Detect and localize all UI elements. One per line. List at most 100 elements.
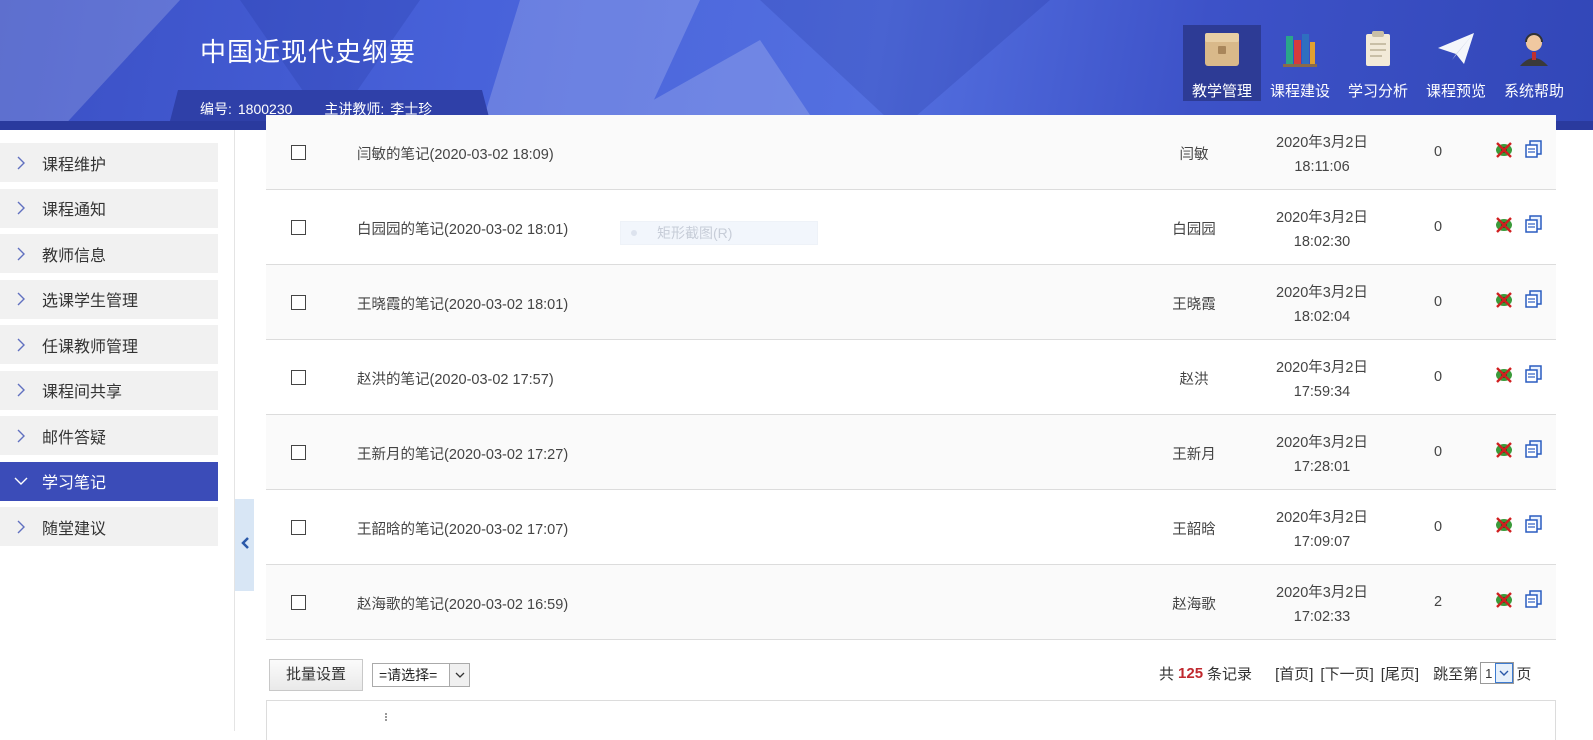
copy-note-icon[interactable] <box>1524 214 1544 239</box>
row-checkbox[interactable] <box>291 520 306 535</box>
note-title[interactable]: 赵洪的笔记(2020-03-02 17:57) <box>357 368 554 389</box>
chevron-right-icon <box>0 383 42 397</box>
sidebar-item-course-sharing[interactable]: 课程间共享 <box>0 370 218 410</box>
resize-handle[interactable] <box>385 713 387 721</box>
hide-note-icon[interactable] <box>1494 516 1514 539</box>
nav-course-building[interactable]: 课程建设 <box>1261 25 1339 101</box>
box-icon <box>1202 29 1242 68</box>
chevron-right-icon <box>0 156 42 170</box>
sidebar-item-label: 课程通知 <box>42 202 107 219</box>
row-checkbox[interactable] <box>291 595 306 610</box>
note-author: 闫敏 <box>1179 147 1209 163</box>
row-checkbox[interactable] <box>291 370 306 385</box>
course-title: 中国近现代史纲要 <box>200 37 417 67</box>
sidebar-item-study-notes[interactable]: 学习笔记 <box>0 461 218 501</box>
hide-note-icon[interactable] <box>1494 291 1514 314</box>
screenshot-context-menu[interactable]: 矩形截图(R) <box>620 221 818 245</box>
nav-system-help[interactable]: 系统帮助 <box>1495 25 1573 101</box>
paper-plane-icon <box>1436 29 1476 68</box>
note-time: 2020年3月2日 18:02:04 <box>1261 281 1383 329</box>
batch-settings-button[interactable]: 批量设置 <box>269 659 363 691</box>
hide-note-icon[interactable] <box>1494 216 1514 239</box>
pagination: 共 125 条记录 [首页] [下一页] [尾页] 跳至第 1 页 <box>1159 662 1531 684</box>
jump-prefix: 跳至第 <box>1433 665 1479 683</box>
total-suffix: 条记录 <box>1207 665 1253 683</box>
note-title[interactable]: 赵海歌的笔记(2020-03-02 16:59) <box>357 593 568 614</box>
sidebar-item-label: 学习笔记 <box>42 475 107 492</box>
lower-panel <box>266 700 1556 740</box>
nav-label: 课程预览 <box>1425 83 1486 100</box>
note-title[interactable]: 王新月的笔记(2020-03-02 17:27) <box>357 443 568 464</box>
note-time: 2020年3月2日 17:28:01 <box>1261 431 1383 479</box>
first-page-link[interactable]: [首页] <box>1275 663 1313 684</box>
sidebar-item-label: 课程维护 <box>42 156 107 174</box>
note-time: 2020年3月2日 18:11:06 <box>1261 131 1383 179</box>
note-title[interactable]: 闫敏的笔记(2020-03-02 18:09) <box>357 143 554 164</box>
copy-note-icon[interactable] <box>1524 589 1544 614</box>
note-count: 2 <box>1433 594 1443 610</box>
header-background-pattern <box>0 0 1050 130</box>
sidebar-item-teacher-management[interactable]: 任课教师管理 <box>0 325 218 364</box>
app-header: 中国近现代史纲要 编号: 1800230 主讲教师: 李士珍 教学管理 课程建设… <box>0 0 1593 130</box>
table-row: 王晓霞的笔记(2020-03-02 18:01) 王晓霞 2020年3月2日 18… <box>266 265 1556 340</box>
sidebar-item-course-maintenance[interactable]: 课程维护 <box>0 143 218 182</box>
sidebar-item-label: 课程间共享 <box>42 384 123 401</box>
notes-table: 闫敏的笔记(2020-03-02 18:09) 闫敏 2020年3月2日 18:1… <box>266 115 1556 640</box>
chevron-down-icon <box>449 664 469 686</box>
page-select[interactable]: 1 <box>1480 662 1515 684</box>
row-checkbox[interactable] <box>291 145 306 160</box>
copy-note-icon[interactable] <box>1524 364 1544 389</box>
chevron-down-icon <box>1495 663 1514 683</box>
note-clock: 17:09:07 <box>1293 534 1351 550</box>
row-checkbox[interactable] <box>291 220 306 235</box>
row-checkbox[interactable] <box>291 295 306 310</box>
note-count: 0 <box>1433 144 1443 160</box>
note-author: 王晓霞 <box>1172 297 1216 313</box>
note-title[interactable]: 王韶晗的笔记(2020-03-02 17:07) <box>357 518 568 539</box>
note-time: 2020年3月2日 17:09:07 <box>1261 506 1383 554</box>
table-row: 白园园的笔记(2020-03-02 18:01) 白园园 2020年3月2日 18… <box>266 190 1556 265</box>
note-date: 2020年3月2日 <box>1276 210 1368 226</box>
copy-note-icon[interactable] <box>1524 289 1544 314</box>
copy-note-icon[interactable] <box>1524 439 1544 464</box>
last-page-link[interactable]: [尾页] <box>1381 663 1419 684</box>
nav-learning-analysis[interactable]: 学习分析 <box>1339 25 1417 101</box>
hide-note-icon[interactable] <box>1494 441 1514 464</box>
batch-action-select[interactable]: =请选择= <box>372 663 470 687</box>
note-count: 0 <box>1433 444 1443 460</box>
copy-note-icon[interactable] <box>1524 139 1544 164</box>
next-page-link[interactable]: [下一页] <box>1320 663 1373 684</box>
chevron-right-icon <box>0 292 42 306</box>
note-title[interactable]: 白园园的笔记(2020-03-02 18:01) <box>357 218 568 239</box>
hide-note-icon[interactable] <box>1494 591 1514 614</box>
sidebar-item-student-management[interactable]: 选课学生管理 <box>0 279 218 319</box>
note-clock: 18:02:04 <box>1293 309 1351 325</box>
sidebar-item-class-suggestions[interactable]: 随堂建议 <box>0 507 218 546</box>
sidebar-item-course-notice[interactable]: 课程通知 <box>0 188 218 228</box>
hide-note-icon[interactable] <box>1494 141 1514 164</box>
support-agent-icon <box>1514 29 1554 68</box>
sidebar-item-label: 邮件答疑 <box>42 429 107 447</box>
page-select-value: 1 <box>1485 665 1493 681</box>
sidebar-collapse-button[interactable] <box>235 499 254 591</box>
select-value: =请选择= <box>379 667 438 683</box>
sidebar-item-label: 教师信息 <box>42 247 107 265</box>
table-row: 赵海歌的笔记(2020-03-02 16:59) 赵海歌 2020年3月2日 17… <box>266 565 1556 640</box>
sidebar-item-label: 任课教师管理 <box>42 338 139 356</box>
note-count: 0 <box>1433 219 1443 235</box>
copy-note-icon[interactable] <box>1524 514 1544 539</box>
nav-label: 教学管理 <box>1191 83 1252 100</box>
sidebar-item-mail-qa[interactable]: 邮件答疑 <box>0 416 218 455</box>
note-title[interactable]: 王晓霞的笔记(2020-03-02 18:01) <box>357 293 568 314</box>
hide-note-icon[interactable] <box>1494 366 1514 389</box>
chevron-right-icon <box>0 201 42 215</box>
nav-course-preview[interactable]: 课程预览 <box>1417 25 1495 101</box>
chevron-right-icon <box>0 338 42 352</box>
sidebar: 课程维护 课程通知 教师信息 选课学生管理 任课教师管理 课程间共享 邮件答疑 <box>0 130 235 731</box>
note-time: 2020年3月2日 17:59:34 <box>1261 356 1383 404</box>
chevron-right-icon <box>0 247 42 261</box>
table-row: 赵洪的笔记(2020-03-02 17:57) 赵洪 2020年3月2日 17:5… <box>266 340 1556 415</box>
nav-teaching-management[interactable]: 教学管理 <box>1183 25 1261 101</box>
row-checkbox[interactable] <box>291 445 306 460</box>
sidebar-item-teacher-info[interactable]: 教师信息 <box>0 234 218 273</box>
